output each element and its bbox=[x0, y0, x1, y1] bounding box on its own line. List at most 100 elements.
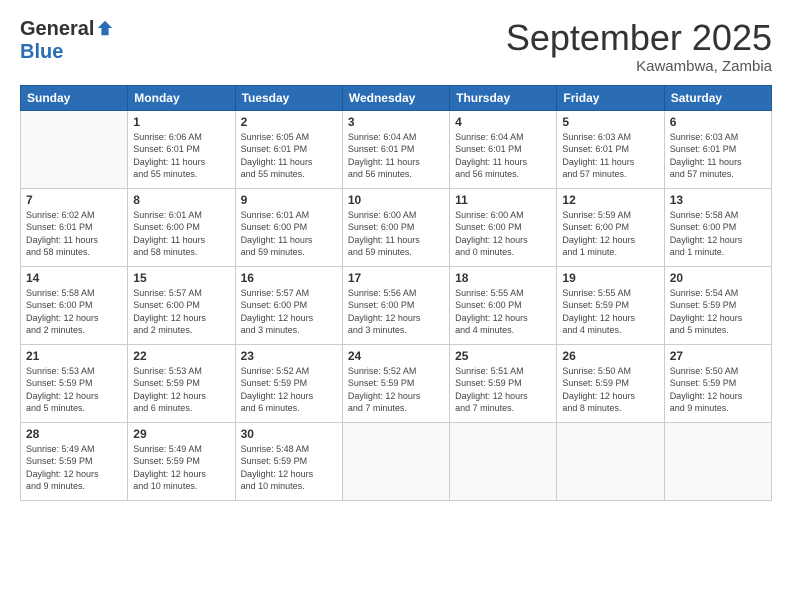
day-info: Sunrise: 5:53 AM Sunset: 5:59 PM Dayligh… bbox=[133, 365, 229, 415]
day-number: 5 bbox=[562, 115, 658, 129]
calendar-cell: 1 Sunrise: 6:06 AM Sunset: 6:01 PM Daylig… bbox=[128, 110, 235, 188]
day-info: Sunrise: 6:04 AM Sunset: 6:01 PM Dayligh… bbox=[455, 131, 551, 181]
day-number: 25 bbox=[455, 349, 551, 363]
day-info: Sunrise: 5:55 AM Sunset: 6:00 PM Dayligh… bbox=[455, 287, 551, 337]
day-number: 23 bbox=[241, 349, 337, 363]
day-info: Sunrise: 6:03 AM Sunset: 6:01 PM Dayligh… bbox=[562, 131, 658, 181]
calendar-cell: 22 Sunrise: 5:53 AM Sunset: 5:59 PM Dayli… bbox=[128, 344, 235, 422]
logo-icon bbox=[96, 19, 114, 37]
day-info: Sunrise: 5:56 AM Sunset: 6:00 PM Dayligh… bbox=[348, 287, 444, 337]
weekday-header-row: SundayMondayTuesdayWednesdayThursdayFrid… bbox=[21, 85, 772, 110]
title-block: September 2025 Kawambwa, Zambia bbox=[506, 18, 772, 75]
day-number: 29 bbox=[133, 427, 229, 441]
weekday-header-thursday: Thursday bbox=[450, 85, 557, 110]
day-info: Sunrise: 6:04 AM Sunset: 6:01 PM Dayligh… bbox=[348, 131, 444, 181]
weekday-header-tuesday: Tuesday bbox=[235, 85, 342, 110]
day-info: Sunrise: 5:58 AM Sunset: 6:00 PM Dayligh… bbox=[670, 209, 766, 259]
day-info: Sunrise: 5:58 AM Sunset: 6:00 PM Dayligh… bbox=[26, 287, 122, 337]
weekday-header-saturday: Saturday bbox=[664, 85, 771, 110]
day-info: Sunrise: 5:57 AM Sunset: 6:00 PM Dayligh… bbox=[241, 287, 337, 337]
calendar-cell bbox=[557, 422, 664, 500]
calendar-cell: 20 Sunrise: 5:54 AM Sunset: 5:59 PM Dayli… bbox=[664, 266, 771, 344]
day-number: 6 bbox=[670, 115, 766, 129]
weekday-header-monday: Monday bbox=[128, 85, 235, 110]
calendar-body: 1 Sunrise: 6:06 AM Sunset: 6:01 PM Daylig… bbox=[21, 110, 772, 500]
calendar-cell: 13Sunrise: 5:58 AM Sunset: 6:00 PM Dayli… bbox=[664, 188, 771, 266]
day-number: 22 bbox=[133, 349, 229, 363]
weekday-header-friday: Friday bbox=[557, 85, 664, 110]
day-number: 9 bbox=[241, 193, 337, 207]
calendar-week-1: 1 Sunrise: 6:06 AM Sunset: 6:01 PM Daylig… bbox=[21, 110, 772, 188]
calendar-table: SundayMondayTuesdayWednesdayThursdayFrid… bbox=[20, 85, 772, 501]
calendar-cell: 3 Sunrise: 6:04 AM Sunset: 6:01 PM Daylig… bbox=[342, 110, 449, 188]
day-info: Sunrise: 5:50 AM Sunset: 5:59 PM Dayligh… bbox=[670, 365, 766, 415]
calendar-week-3: 14 Sunrise: 5:58 AM Sunset: 6:00 PM Dayli… bbox=[21, 266, 772, 344]
calendar-cell: 2 Sunrise: 6:05 AM Sunset: 6:01 PM Daylig… bbox=[235, 110, 342, 188]
day-info: Sunrise: 6:01 AM Sunset: 6:00 PM Dayligh… bbox=[241, 209, 337, 259]
day-info: Sunrise: 5:50 AM Sunset: 5:59 PM Dayligh… bbox=[562, 365, 658, 415]
day-number: 16 bbox=[241, 271, 337, 285]
day-number: 14 bbox=[26, 271, 122, 285]
day-info: Sunrise: 6:05 AM Sunset: 6:01 PM Dayligh… bbox=[241, 131, 337, 181]
day-number: 11 bbox=[455, 193, 551, 207]
day-number: 3 bbox=[348, 115, 444, 129]
calendar-cell: 23 Sunrise: 5:52 AM Sunset: 5:59 PM Dayli… bbox=[235, 344, 342, 422]
day-number: 17 bbox=[348, 271, 444, 285]
calendar-cell: 5 Sunrise: 6:03 AM Sunset: 6:01 PM Daylig… bbox=[557, 110, 664, 188]
weekday-header-wednesday: Wednesday bbox=[342, 85, 449, 110]
day-info: Sunrise: 6:06 AM Sunset: 6:01 PM Dayligh… bbox=[133, 131, 229, 181]
day-info: Sunrise: 5:54 AM Sunset: 5:59 PM Dayligh… bbox=[670, 287, 766, 337]
calendar-cell: 25 Sunrise: 5:51 AM Sunset: 5:59 PM Dayli… bbox=[450, 344, 557, 422]
logo-blue: Blue bbox=[20, 41, 63, 64]
day-number: 20 bbox=[670, 271, 766, 285]
calendar-cell: 15Sunrise: 5:57 AM Sunset: 6:00 PM Dayli… bbox=[128, 266, 235, 344]
day-info: Sunrise: 5:55 AM Sunset: 5:59 PM Dayligh… bbox=[562, 287, 658, 337]
day-info: Sunrise: 5:59 AM Sunset: 6:00 PM Dayligh… bbox=[562, 209, 658, 259]
day-number: 30 bbox=[241, 427, 337, 441]
calendar-cell: 11 Sunrise: 6:00 AM Sunset: 6:00 PM Dayli… bbox=[450, 188, 557, 266]
day-number: 28 bbox=[26, 427, 122, 441]
day-number: 27 bbox=[670, 349, 766, 363]
calendar-cell: 21Sunrise: 5:53 AM Sunset: 5:59 PM Dayli… bbox=[21, 344, 128, 422]
calendar-cell: 14 Sunrise: 5:58 AM Sunset: 6:00 PM Dayli… bbox=[21, 266, 128, 344]
day-info: Sunrise: 6:02 AM Sunset: 6:01 PM Dayligh… bbox=[26, 209, 122, 259]
day-info: Sunrise: 5:52 AM Sunset: 5:59 PM Dayligh… bbox=[348, 365, 444, 415]
calendar-cell: 10Sunrise: 6:00 AM Sunset: 6:00 PM Dayli… bbox=[342, 188, 449, 266]
calendar-cell bbox=[21, 110, 128, 188]
day-info: Sunrise: 5:57 AM Sunset: 6:00 PM Dayligh… bbox=[133, 287, 229, 337]
day-info: Sunrise: 5:52 AM Sunset: 5:59 PM Dayligh… bbox=[241, 365, 337, 415]
day-info: Sunrise: 5:51 AM Sunset: 5:59 PM Dayligh… bbox=[455, 365, 551, 415]
weekday-header-sunday: Sunday bbox=[21, 85, 128, 110]
calendar-cell: 12 Sunrise: 5:59 AM Sunset: 6:00 PM Dayli… bbox=[557, 188, 664, 266]
day-info: Sunrise: 5:49 AM Sunset: 5:59 PM Dayligh… bbox=[26, 443, 122, 493]
day-number: 19 bbox=[562, 271, 658, 285]
calendar-cell: 27 Sunrise: 5:50 AM Sunset: 5:59 PM Dayli… bbox=[664, 344, 771, 422]
logo: General Blue bbox=[20, 18, 114, 64]
day-number: 7 bbox=[26, 193, 122, 207]
logo-general: General bbox=[20, 18, 94, 41]
day-number: 10 bbox=[348, 193, 444, 207]
calendar-cell bbox=[450, 422, 557, 500]
day-info: Sunrise: 5:48 AM Sunset: 5:59 PM Dayligh… bbox=[241, 443, 337, 493]
calendar-cell: 8Sunrise: 6:01 AM Sunset: 6:00 PM Daylig… bbox=[128, 188, 235, 266]
calendar-cell: 16 Sunrise: 5:57 AM Sunset: 6:00 PM Dayli… bbox=[235, 266, 342, 344]
page-header: General Blue September 2025 Kawambwa, Za… bbox=[20, 18, 772, 75]
day-number: 24 bbox=[348, 349, 444, 363]
calendar-cell: 30 Sunrise: 5:48 AM Sunset: 5:59 PM Dayli… bbox=[235, 422, 342, 500]
day-number: 26 bbox=[562, 349, 658, 363]
calendar-cell: 17 Sunrise: 5:56 AM Sunset: 6:00 PM Dayli… bbox=[342, 266, 449, 344]
calendar-cell bbox=[342, 422, 449, 500]
calendar-cell: 7 Sunrise: 6:02 AM Sunset: 6:01 PM Daylig… bbox=[21, 188, 128, 266]
location-subtitle: Kawambwa, Zambia bbox=[506, 58, 772, 75]
day-info: Sunrise: 6:00 AM Sunset: 6:00 PM Dayligh… bbox=[455, 209, 551, 259]
calendar-cell: 26 Sunrise: 5:50 AM Sunset: 5:59 PM Dayli… bbox=[557, 344, 664, 422]
day-number: 4 bbox=[455, 115, 551, 129]
day-number: 12 bbox=[562, 193, 658, 207]
day-number: 1 bbox=[133, 115, 229, 129]
calendar-cell bbox=[664, 422, 771, 500]
day-info: Sunrise: 6:01 AM Sunset: 6:00 PM Dayligh… bbox=[133, 209, 229, 259]
day-info: Sunrise: 5:49 AM Sunset: 5:59 PM Dayligh… bbox=[133, 443, 229, 493]
calendar-cell: 6 Sunrise: 6:03 AM Sunset: 6:01 PM Daylig… bbox=[664, 110, 771, 188]
day-number: 2 bbox=[241, 115, 337, 129]
day-info: Sunrise: 6:03 AM Sunset: 6:01 PM Dayligh… bbox=[670, 131, 766, 181]
